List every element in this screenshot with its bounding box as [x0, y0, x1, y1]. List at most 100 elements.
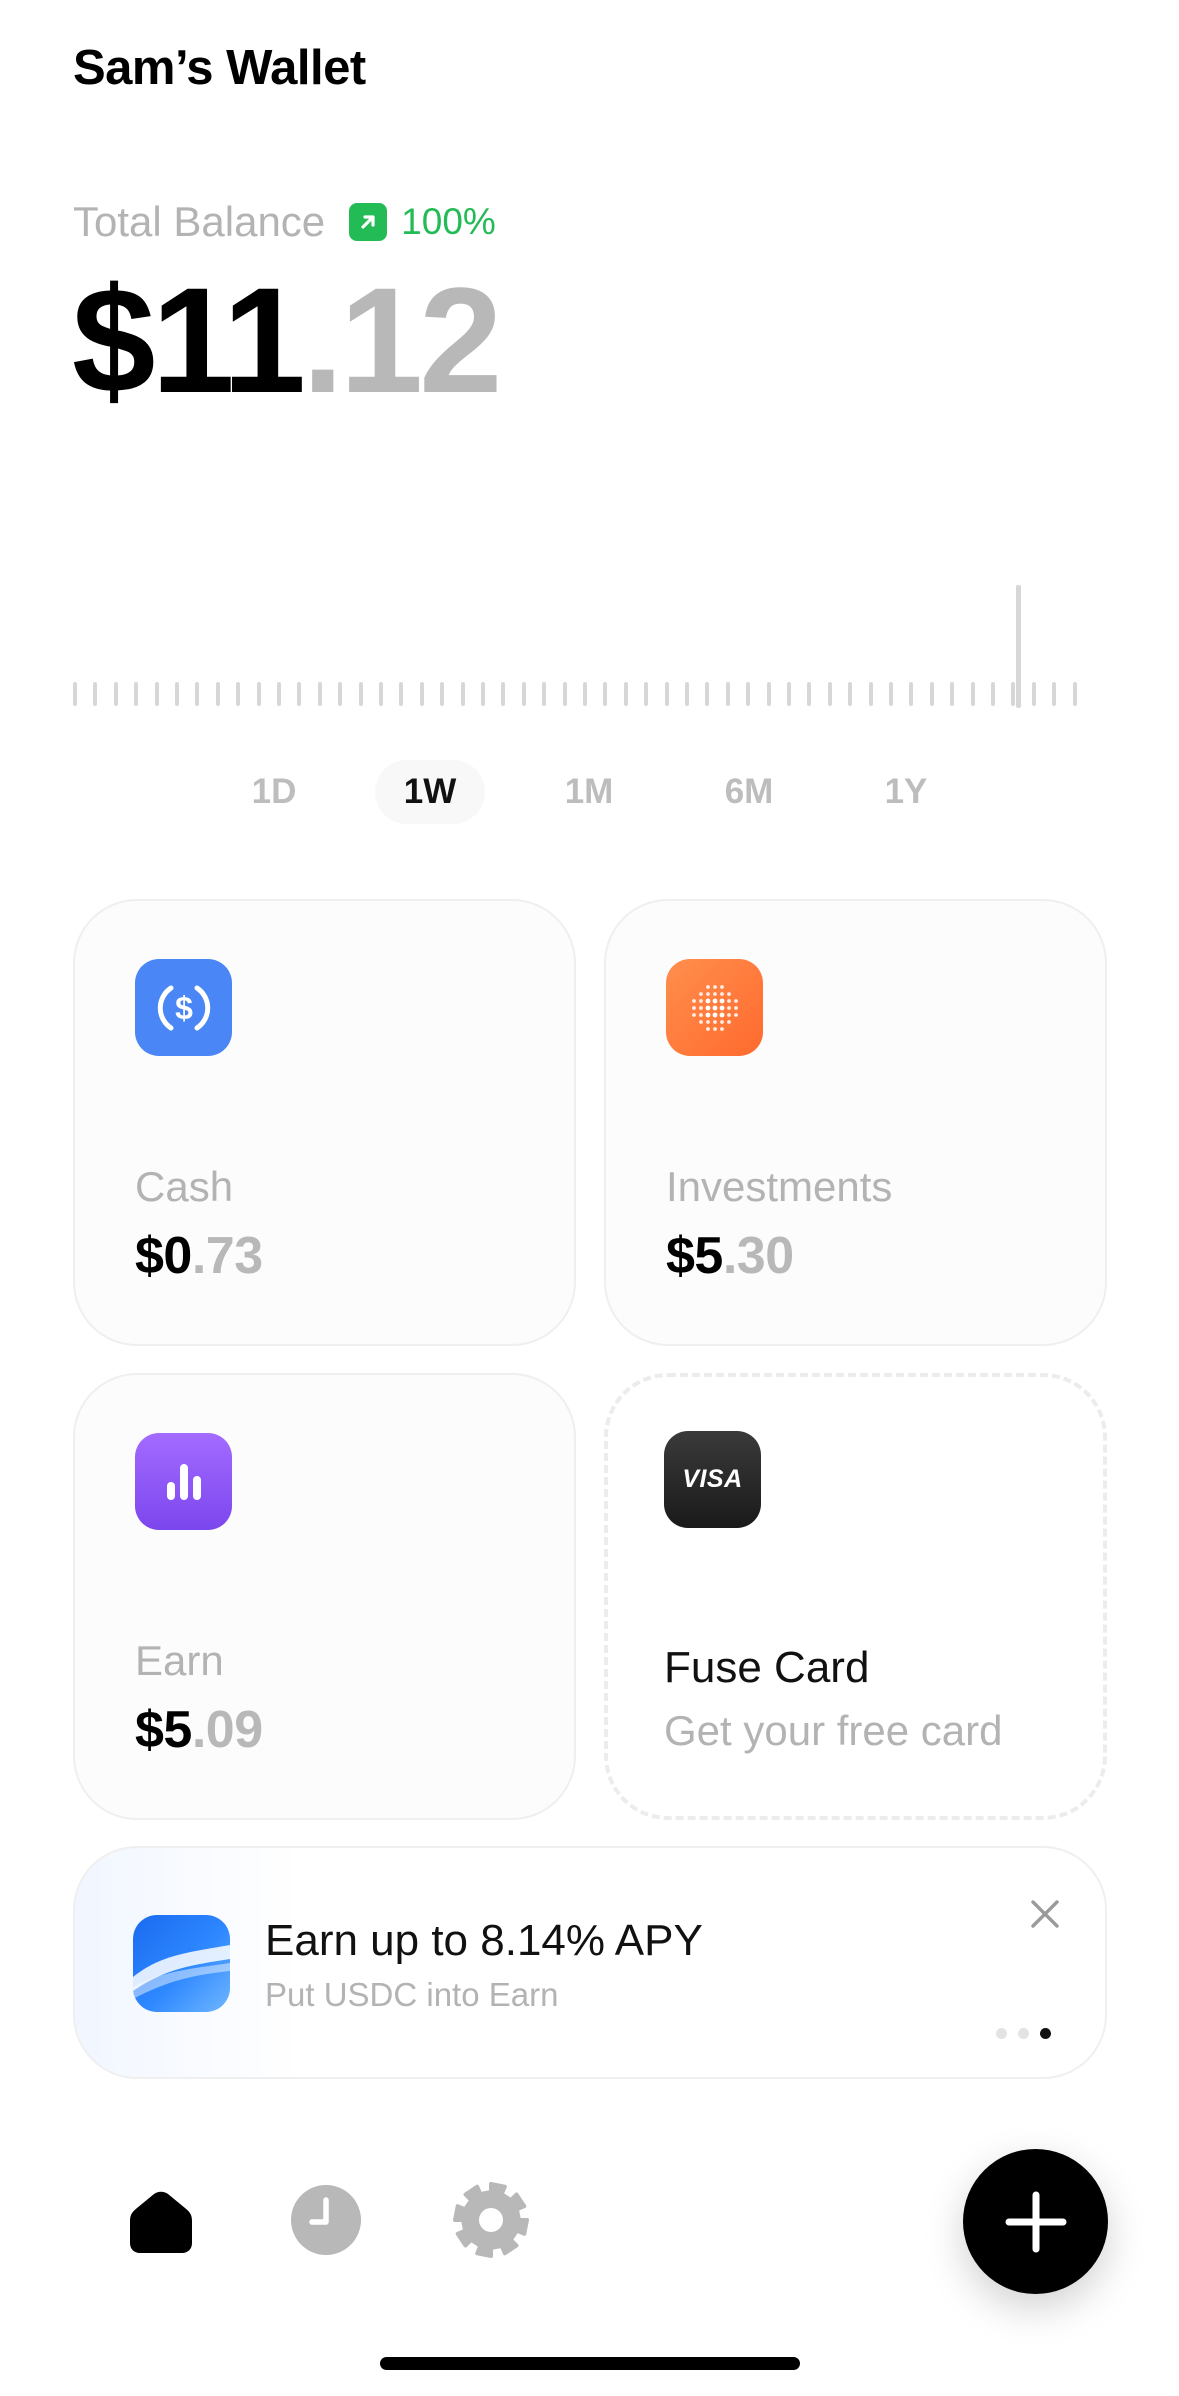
earn-promo-banner[interactable]: Earn up to 8.14% APY Put USDC into Earn	[73, 1846, 1107, 2079]
pagination-dot[interactable]	[996, 2028, 1007, 2039]
chart-bar	[930, 682, 934, 706]
dot	[733, 998, 738, 1003]
bar-chart-icon	[135, 1433, 232, 1530]
pagination-dot-active[interactable]	[1040, 2028, 1051, 2039]
chart-bar	[175, 682, 179, 706]
chart-bar	[93, 682, 97, 706]
chart-bar	[889, 682, 893, 706]
dot	[733, 1005, 738, 1010]
dot	[698, 991, 703, 996]
visa-card-icon: VISA	[664, 1431, 761, 1528]
pagination-dot[interactable]	[1018, 2028, 1029, 2039]
balance-whole: $11	[72, 256, 306, 424]
dot-grid-icon	[666, 959, 763, 1056]
cash-label: Cash	[135, 1163, 234, 1210]
earn-label: Earn	[135, 1637, 224, 1684]
dot	[698, 1012, 703, 1017]
chart-bar	[787, 682, 791, 706]
range-1d[interactable]: 1D	[219, 760, 329, 824]
cash-card[interactable]: $ Cash $0.73	[73, 899, 576, 1346]
chart-bar	[1032, 682, 1036, 706]
range-6m[interactable]: 6M	[694, 760, 804, 824]
chart-bar	[828, 682, 832, 706]
chart-bar	[399, 682, 403, 706]
chart-bar	[1052, 682, 1056, 706]
dot	[719, 1026, 724, 1031]
chart-bar	[481, 682, 485, 706]
range-1w[interactable]: 1W	[375, 760, 485, 824]
dot	[705, 1005, 710, 1010]
dot	[726, 991, 731, 996]
fuse-card[interactable]: VISA Fuse Card Get your free card	[604, 1373, 1107, 1820]
close-icon[interactable]	[1025, 1894, 1065, 1934]
chart-bar	[420, 682, 424, 706]
chart-bar	[869, 682, 873, 706]
chart-bar	[440, 682, 444, 706]
dot	[712, 991, 717, 996]
chart-bar	[971, 682, 975, 706]
gear-icon[interactable]	[452, 2181, 530, 2259]
chart-bar	[542, 682, 546, 706]
dot	[726, 998, 731, 1003]
dot	[719, 1012, 724, 1017]
chart-bar	[603, 682, 607, 706]
balance-chart-latest-bar	[1016, 585, 1021, 708]
clock-icon[interactable]	[288, 2182, 364, 2258]
balance-label-row: Total Balance 100%	[73, 196, 496, 248]
dot	[698, 1019, 703, 1024]
promo-title: Earn up to 8.14% APY	[265, 1916, 703, 1965]
dot	[705, 1012, 710, 1017]
earn-value-fraction: .09	[191, 1701, 263, 1759]
cash-value-fraction: .73	[191, 1227, 263, 1285]
chart-bar	[318, 682, 322, 706]
investments-value-whole: $5	[666, 1227, 723, 1285]
chart-bar	[114, 682, 118, 706]
dot	[705, 1019, 710, 1024]
chart-bar	[236, 682, 240, 706]
change-badge: 100%	[349, 201, 496, 243]
range-1y[interactable]: 1Y	[851, 760, 961, 824]
chart-bar	[501, 682, 505, 706]
dot	[691, 1012, 696, 1017]
dot	[726, 1005, 731, 1010]
chart-bar	[685, 682, 689, 706]
chart-bar	[807, 682, 811, 706]
chart-bar	[644, 682, 648, 706]
dot	[712, 1019, 717, 1024]
home-indicator[interactable]	[380, 2357, 800, 2370]
dot	[698, 1005, 703, 1010]
dot	[712, 998, 717, 1003]
svg-text:$: $	[175, 990, 193, 1026]
chart-bar	[1073, 682, 1077, 706]
dot	[719, 991, 724, 996]
chart-bar	[134, 682, 138, 706]
range-1m[interactable]: 1M	[534, 760, 644, 824]
dot	[726, 1012, 731, 1017]
cash-value-whole: $0	[135, 1227, 192, 1285]
promo-pagination[interactable]	[996, 2028, 1051, 2039]
home-icon[interactable]	[123, 2183, 199, 2259]
chart-bar	[297, 682, 301, 706]
dot	[712, 1005, 717, 1010]
chart-bar	[379, 682, 383, 706]
dot	[705, 1026, 710, 1031]
dot	[726, 1019, 731, 1024]
chart-bar	[563, 682, 567, 706]
fuse-card-title: Fuse Card	[664, 1643, 870, 1692]
earn-value-whole: $5	[135, 1701, 192, 1759]
investments-card[interactable]: Investments $5.30	[604, 899, 1107, 1346]
dot	[719, 1005, 724, 1010]
chart-bar	[726, 682, 730, 706]
plus-icon	[1005, 2191, 1066, 2252]
balance-fraction: .12	[302, 256, 503, 424]
investments-label: Investments	[666, 1163, 893, 1210]
visa-logo-text: VISA	[682, 1465, 743, 1493]
earn-card[interactable]: Earn $5.09	[73, 1373, 576, 1820]
earn-value: $5.09	[135, 1700, 263, 1760]
chart-bar	[359, 682, 363, 706]
chart-bar	[461, 682, 465, 706]
chart-bar	[665, 682, 669, 706]
dot	[691, 998, 696, 1003]
add-button[interactable]	[963, 2149, 1108, 2294]
chart-bar	[991, 682, 995, 706]
